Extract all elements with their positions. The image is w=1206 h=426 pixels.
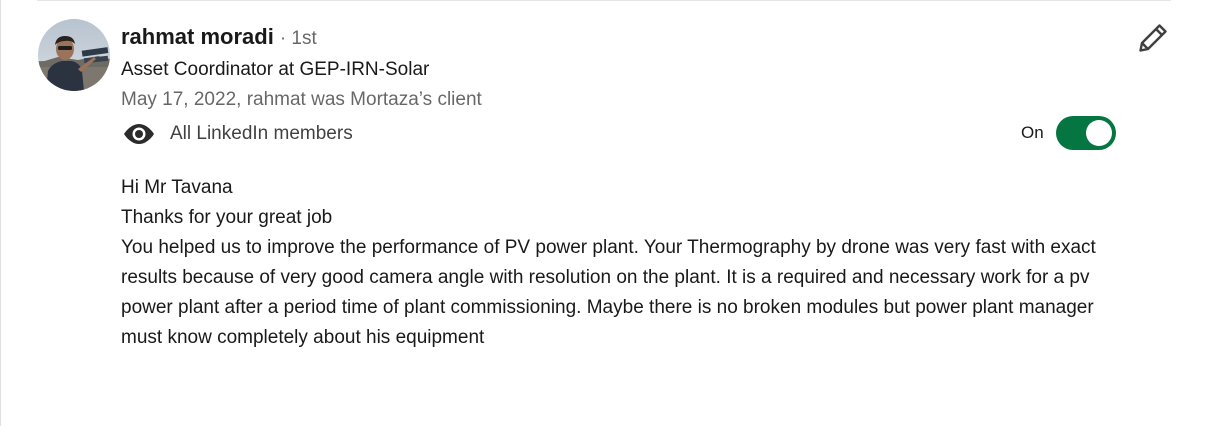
thanks-line: Thanks for your great job <box>121 207 333 228</box>
avatar-photo <box>38 19 110 91</box>
recommender-headline: Asset Coordinator at GEP-IRN-Solar <box>121 59 430 80</box>
recommendation-text: Hi Mr Tavana Thanks for your great job Y… <box>121 173 1121 353</box>
toggle-knob <box>1085 120 1112 146</box>
greeting-line: Hi Mr Tavana <box>121 177 233 198</box>
divider <box>37 0 1171 1</box>
recommender-name-row: rahmat moradi · 1st <box>121 24 317 54</box>
pencil-icon[interactable] <box>1137 22 1169 54</box>
avatar[interactable] <box>38 19 110 91</box>
recommendation-meta: May 17, 2022, rahmat was Mortaza’s clien… <box>121 89 482 110</box>
visibility-label: All LinkedIn members <box>170 123 353 144</box>
recommendation-paragraph: You helped us to improve the performance… <box>121 237 1096 348</box>
toggle-label: On <box>1021 123 1044 142</box>
recommendation-card: rahmat moradi · 1st Asset Coordinator at… <box>0 0 1206 426</box>
visibility-toggle-group: On <box>1021 116 1116 150</box>
visibility-toggle[interactable] <box>1055 116 1116 150</box>
visibility-setting: All LinkedIn members <box>122 118 353 150</box>
eye-icon <box>122 122 156 146</box>
recommender-name[interactable]: rahmat moradi <box>121 24 274 50</box>
connection-degree: · 1st <box>279 28 317 49</box>
